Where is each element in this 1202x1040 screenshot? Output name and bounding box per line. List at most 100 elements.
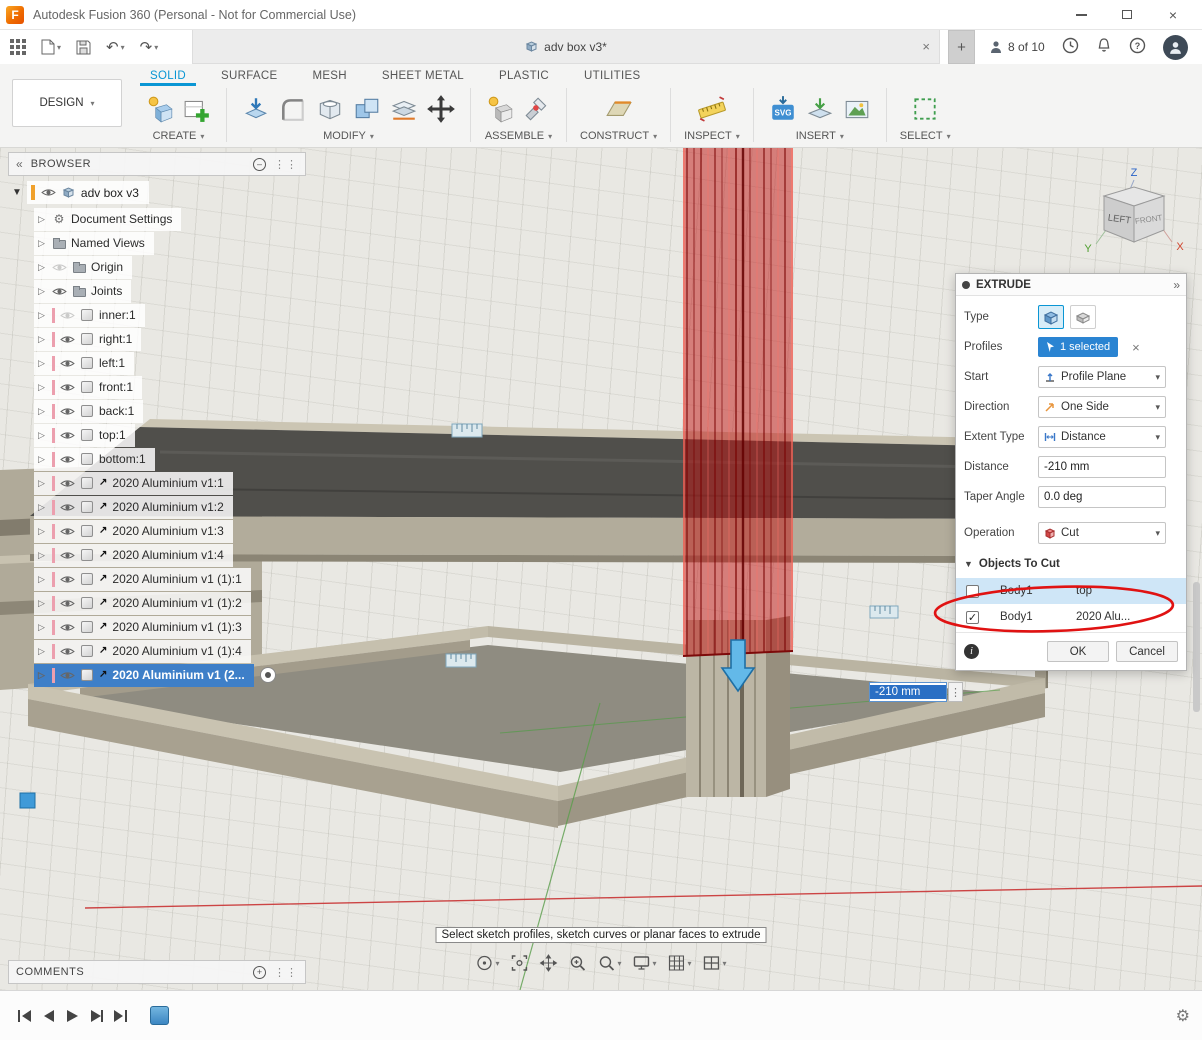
- cancel-button[interactable]: Cancel: [1116, 641, 1178, 662]
- browser-item[interactable]: ▷ ↗ 2020 Aluminium v1 (1):3: [34, 615, 306, 639]
- visibility-eye-icon[interactable]: [60, 549, 75, 561]
- dialog-expand-icon[interactable]: »: [1173, 278, 1180, 292]
- visibility-eye-icon[interactable]: [60, 333, 75, 345]
- browser-item[interactable]: ▷ ↗ right:1: [34, 327, 306, 351]
- group-label-select[interactable]: SELECT▾: [900, 130, 951, 142]
- expand-arrow-icon[interactable]: ▷: [36, 286, 47, 297]
- notifications-bell-button[interactable]: [1096, 37, 1112, 57]
- visibility-eye-icon[interactable]: [60, 621, 75, 633]
- display-settings-button[interactable]: ▾: [632, 954, 656, 972]
- create-form-icon[interactable]: [144, 92, 176, 126]
- measure-widget[interactable]: [452, 424, 482, 437]
- document-tab-strip[interactable]: adv box v3* ×: [192, 30, 940, 64]
- canvas-icon[interactable]: [841, 92, 873, 126]
- expand-arrow-icon[interactable]: ▷: [36, 598, 47, 609]
- new-tab-button[interactable]: +: [948, 30, 975, 64]
- tab-mesh[interactable]: MESH: [312, 70, 346, 82]
- document-tab-close-icon[interactable]: ×: [922, 39, 930, 54]
- insert-mesh-icon[interactable]: [804, 92, 836, 126]
- browser-item[interactable]: ▷ ↗ 2020 Aluminium v1:1: [34, 471, 306, 495]
- orbit-tool-button[interactable]: ▾: [475, 954, 499, 972]
- operation-dropdown[interactable]: Cut ▾: [1038, 522, 1166, 544]
- job-status-button[interactable]: 8 of 10: [989, 40, 1045, 54]
- measure-widget[interactable]: [870, 606, 898, 618]
- minimize-button[interactable]: [1058, 0, 1104, 29]
- help-button[interactable]: ?: [1129, 37, 1146, 57]
- browser-item[interactable]: ▷ ↗ top:1: [34, 423, 306, 447]
- 3d-viewport[interactable]: Z Y X LEFT FRONT « BROWSER – ⋮⋮ ▼: [0, 148, 1202, 990]
- visibility-eye-icon[interactable]: [60, 357, 75, 369]
- expand-arrow-icon[interactable]: ▷: [36, 550, 47, 561]
- selection-handle-widget[interactable]: [20, 793, 35, 808]
- shell-icon[interactable]: [314, 92, 346, 126]
- expand-arrow-icon[interactable]: ▷: [36, 526, 47, 537]
- timeline-step-back-button[interactable]: [36, 1004, 60, 1028]
- extrude-type-solid-button[interactable]: [1038, 305, 1064, 329]
- measure-widget[interactable]: [446, 654, 476, 667]
- fillet-icon[interactable]: [277, 92, 309, 126]
- distance-manipulator-value[interactable]: -210 mm: [870, 685, 946, 699]
- visibility-eye-icon[interactable]: [60, 597, 75, 609]
- viewcube[interactable]: Z Y X LEFT FRONT: [1076, 162, 1192, 264]
- browser-item[interactable]: ▷ ↗ 2020 Aluminium v1:3: [34, 519, 306, 543]
- user-avatar[interactable]: [1163, 35, 1188, 60]
- expand-arrow-icon[interactable]: ▷: [36, 310, 47, 321]
- browser-root-item[interactable]: ▼ adv box v3: [12, 181, 306, 204]
- visibility-eye-icon[interactable]: [60, 501, 75, 513]
- tab-plastic[interactable]: PLASTIC: [499, 70, 549, 82]
- browser-item[interactable]: ▷ ↗ 2020 Aluminium v1 (2...: [34, 663, 306, 687]
- construct-plane-icon[interactable]: [603, 92, 635, 126]
- timeline-feature-extrude-icon[interactable]: [150, 1006, 169, 1025]
- direction-dropdown[interactable]: One Side ▾: [1038, 396, 1166, 418]
- panel-grip-icon[interactable]: ⋮⋮: [274, 158, 298, 171]
- expand-arrow-icon[interactable]: ▷: [36, 670, 47, 681]
- browser-item[interactable]: ▷ ↗ front:1: [34, 375, 306, 399]
- group-label-construct[interactable]: CONSTRUCT▾: [580, 130, 657, 142]
- profiles-selected-chip[interactable]: 1 selected: [1038, 337, 1118, 357]
- tab-sheet-metal[interactable]: SHEET METAL: [382, 70, 464, 82]
- group-label-create[interactable]: CREATE▾: [153, 130, 205, 142]
- expand-arrow-icon[interactable]: ▷: [36, 646, 47, 657]
- browser-item[interactable]: ▷ ↗ back:1: [34, 399, 306, 423]
- browser-item[interactable]: ▷ ↗ Named Views: [34, 231, 306, 255]
- object-row-aluminium[interactable]: Body1 2020 Alu...: [956, 604, 1186, 630]
- document-tab[interactable]: adv box v3*: [525, 40, 607, 54]
- press-pull-icon[interactable]: [240, 92, 272, 126]
- activate-component-radio[interactable]: [260, 667, 276, 683]
- expand-arrow-icon[interactable]: ▷: [36, 238, 47, 249]
- cut-extrusion-preview[interactable]: [683, 148, 793, 656]
- visibility-eye-icon[interactable]: [60, 669, 75, 681]
- save-button[interactable]: [76, 40, 91, 55]
- timeline-step-forward-button[interactable]: [84, 1004, 108, 1028]
- expand-arrow-icon[interactable]: ▷: [36, 454, 47, 465]
- create-sketch-icon[interactable]: [181, 92, 213, 126]
- expand-arrow-icon[interactable]: ▷: [36, 406, 47, 417]
- extrude-type-thin-button[interactable]: [1070, 305, 1096, 329]
- expand-arrow-icon[interactable]: ▷: [36, 622, 47, 633]
- timeline-play-button[interactable]: [60, 1004, 84, 1028]
- panel-minimize-icon[interactable]: –: [253, 158, 266, 171]
- grid-snap-button[interactable]: ▾: [668, 954, 692, 972]
- notification-clock-button[interactable]: [1062, 37, 1079, 57]
- manipulator-drag-handle[interactable]: ⋮: [948, 682, 963, 702]
- pan-tool-button[interactable]: [539, 954, 557, 972]
- close-button[interactable]: ×: [1150, 0, 1196, 29]
- root-expand-icon[interactable]: ▼: [12, 187, 22, 198]
- browser-item[interactable]: ▷ ↗ 2020 Aluminium v1:2: [34, 495, 306, 519]
- group-label-modify[interactable]: MODIFY▾: [323, 130, 374, 142]
- tab-solid[interactable]: SOLID: [150, 70, 186, 82]
- add-comment-icon[interactable]: +: [253, 966, 266, 979]
- expand-arrow-icon[interactable]: ▷: [36, 382, 47, 393]
- object-row-top[interactable]: Body1 top: [956, 578, 1186, 604]
- undo-button[interactable]: ↶▾: [106, 38, 125, 56]
- timeline-settings-gear-icon[interactable]: ⚙: [1176, 1006, 1190, 1026]
- visibility-eye-icon[interactable]: [60, 429, 75, 441]
- visibility-eye-icon[interactable]: [60, 381, 75, 393]
- split-body-icon[interactable]: [388, 92, 420, 126]
- app-grid-icon[interactable]: [10, 39, 26, 55]
- visibility-eye-icon[interactable]: [41, 187, 56, 199]
- browser-item[interactable]: ▷ ↗ 2020 Aluminium v1 (1):2: [34, 591, 306, 615]
- browser-item[interactable]: ▷ ↗ Joints: [34, 279, 306, 303]
- look-at-tool-button[interactable]: [510, 954, 528, 972]
- browser-item[interactable]: ▷ ↗ left:1: [34, 351, 306, 375]
